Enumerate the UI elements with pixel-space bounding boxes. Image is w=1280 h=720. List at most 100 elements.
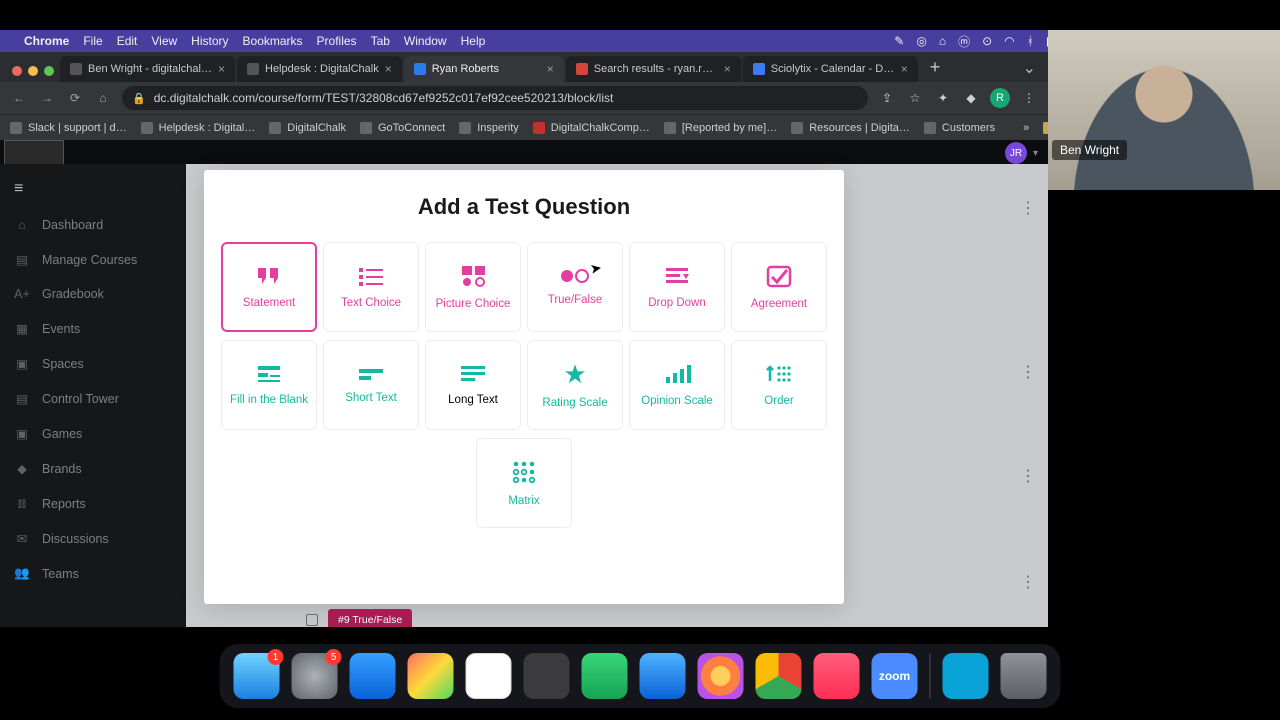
kebab-icon[interactable]: ⋮ — [1020, 198, 1036, 218]
sidebar-item-control-tower[interactable]: ▤Control Tower — [0, 381, 186, 416]
extensions-icon[interactable]: ✦ — [934, 91, 952, 105]
bookmark-item[interactable]: GoToConnect — [360, 122, 445, 134]
dock-app-appstore[interactable] — [350, 653, 396, 699]
question-tag[interactable]: #9 True/False — [328, 609, 412, 627]
sidebar-item-manage-courses[interactable]: ▤Manage Courses — [0, 242, 186, 277]
menu-edit[interactable]: Edit — [117, 34, 138, 48]
qtype-text-choice[interactable]: Text Choice — [323, 242, 419, 332]
dock-app-trash[interactable] — [1001, 653, 1047, 699]
browser-tab[interactable]: Sciolytix - Calendar - Decemb…× — [743, 56, 918, 82]
status-record-icon[interactable]: ⊙ — [982, 34, 992, 48]
window-controls[interactable] — [8, 66, 60, 82]
qtype-agreement[interactable]: Agreement — [731, 242, 827, 332]
menu-help[interactable]: Help — [461, 34, 486, 48]
qtype-order[interactable]: Order — [731, 340, 827, 430]
lock-icon: 🔒 — [132, 92, 146, 105]
menubar-app-name[interactable]: Chrome — [24, 34, 69, 48]
bookmark-overflow[interactable]: » — [1023, 122, 1029, 134]
bookmark-item[interactable]: DigitalChalkComp… — [533, 122, 650, 134]
tab-dropdown-icon[interactable]: ⌄ — [1011, 58, 1048, 82]
menu-view[interactable]: View — [151, 34, 177, 48]
bookmark-item[interactable]: Insperity — [459, 122, 519, 134]
menu-bookmarks[interactable]: Bookmarks — [243, 34, 303, 48]
bookmark-item[interactable]: Slack | support | d… — [10, 122, 127, 134]
close-icon[interactable]: × — [724, 62, 731, 76]
home-button[interactable]: ⌂ — [94, 91, 112, 105]
status-bluetooth-icon[interactable]: ᚼ — [1027, 34, 1034, 48]
dock-app-music[interactable] — [814, 653, 860, 699]
dock-app-notes[interactable] — [466, 653, 512, 699]
status-headphones-icon[interactable]: ◠ — [1004, 34, 1014, 48]
sidebar-item-discussions[interactable]: ✉Discussions — [0, 521, 186, 556]
dock-app-firefox[interactable] — [698, 653, 744, 699]
kebab-icon[interactable]: ⋮ — [1020, 466, 1036, 486]
checkbox[interactable] — [306, 614, 318, 626]
status-m-icon[interactable]: ⓜ — [958, 33, 970, 50]
sidebar-item-gradebook[interactable]: A+Gradebook — [0, 277, 186, 311]
browser-tab[interactable]: Search results - ryan.roberts@…× — [566, 56, 741, 82]
bookmark-item[interactable]: DigitalChalk — [269, 122, 346, 134]
qtype-fill-blank[interactable]: Fill in the Blank — [221, 340, 317, 430]
sidebar-item-teams[interactable]: 👥Teams — [0, 556, 186, 591]
browser-tab[interactable]: Helpdesk : DigitalChalk× — [237, 56, 402, 82]
browser-tab-active[interactable]: Ryan Roberts× — [404, 56, 564, 82]
dock-app-settings[interactable]: 5 — [292, 653, 338, 699]
chevron-down-icon[interactable]: ▾ — [1033, 148, 1038, 159]
sidebar-item-brands[interactable]: ◆Brands — [0, 451, 186, 486]
address-bar[interactable]: 🔒 dc.digitalchalk.com/course/form/TEST/3… — [122, 86, 868, 110]
star-icon[interactable]: ☆ — [906, 91, 924, 105]
hamburger-icon[interactable]: ≡ — [0, 170, 186, 208]
bookmark-item[interactable]: Customers — [924, 122, 995, 134]
qtype-matrix[interactable]: Matrix — [476, 438, 572, 528]
dock-app-launchpad[interactable] — [408, 653, 454, 699]
sidebar-item-events[interactable]: ▦Events — [0, 311, 186, 346]
sidebar-item-reports[interactable]: ⫾⫾Reports — [0, 486, 186, 521]
forward-button[interactable]: → — [38, 91, 56, 105]
status-pen-icon[interactable]: ✎ — [894, 34, 904, 48]
menu-file[interactable]: File — [83, 34, 102, 48]
dock-app-numbers[interactable] — [582, 653, 628, 699]
status-app-icon[interactable]: ⌂ — [939, 34, 946, 48]
sidebar-item-spaces[interactable]: ▣Spaces — [0, 346, 186, 381]
kebab-icon[interactable]: ⋮ — [1020, 572, 1036, 592]
bookmark-item[interactable]: Helpdesk : Digital… — [141, 122, 256, 134]
chrome-menu-icon[interactable]: ⋮ — [1020, 91, 1038, 105]
qtype-opinion-scale[interactable]: Opinion Scale — [629, 340, 725, 430]
extension-icon[interactable]: ◆ — [962, 91, 980, 105]
menu-history[interactable]: History — [191, 34, 228, 48]
qtype-statement[interactable]: Statement — [221, 242, 317, 332]
close-icon[interactable]: × — [385, 62, 392, 76]
menu-window[interactable]: Window — [404, 34, 447, 48]
reload-button[interactable]: ⟳ — [66, 91, 84, 105]
qtype-long-text[interactable]: Long Text — [425, 340, 521, 430]
menu-tab[interactable]: Tab — [371, 34, 390, 48]
dock-app-finder[interactable]: 1 — [234, 653, 280, 699]
user-avatar[interactable]: JR — [1005, 142, 1027, 164]
dock-app-safari[interactable] — [640, 653, 686, 699]
kebab-icon[interactable]: ⋮ — [1020, 362, 1036, 382]
dock-app-zoom[interactable]: zoom — [872, 653, 918, 699]
menu-profiles[interactable]: Profiles — [317, 34, 357, 48]
sidebar-item-games[interactable]: ▣Games — [0, 416, 186, 451]
bookmark-item[interactable]: [Reported by me]… — [664, 122, 777, 134]
qtype-drop-down[interactable]: Drop Down — [629, 242, 725, 332]
app-sidebar: ≡ ⌂Dashboard ▤Manage Courses A+Gradebook… — [0, 164, 186, 627]
qtype-rating-scale[interactable]: ★ Rating Scale — [527, 340, 623, 430]
dock-app-calculator[interactable] — [524, 653, 570, 699]
dock-app-chrome[interactable] — [756, 653, 802, 699]
qtype-true-false[interactable]: True/False — [527, 242, 623, 332]
close-icon[interactable]: × — [547, 62, 554, 76]
sidebar-item-dashboard[interactable]: ⌂Dashboard — [0, 208, 186, 242]
back-button[interactable]: ← — [10, 91, 28, 105]
share-icon[interactable]: ⇪ — [878, 91, 896, 105]
qtype-picture-choice[interactable]: Picture Choice — [425, 242, 521, 332]
close-icon[interactable]: × — [901, 62, 908, 76]
browser-tab[interactable]: Ben Wright - digitalchalk - Sla…× — [60, 56, 235, 82]
close-icon[interactable]: × — [218, 62, 225, 76]
bookmark-item[interactable]: Resources | Digita… — [791, 122, 910, 134]
dock-app-downloads[interactable] — [943, 653, 989, 699]
new-tab-button[interactable]: + — [920, 57, 951, 82]
status-airplay-icon[interactable]: ◎ — [916, 34, 926, 48]
profile-avatar[interactable]: R — [990, 88, 1010, 108]
qtype-short-text[interactable]: Short Text — [323, 340, 419, 430]
